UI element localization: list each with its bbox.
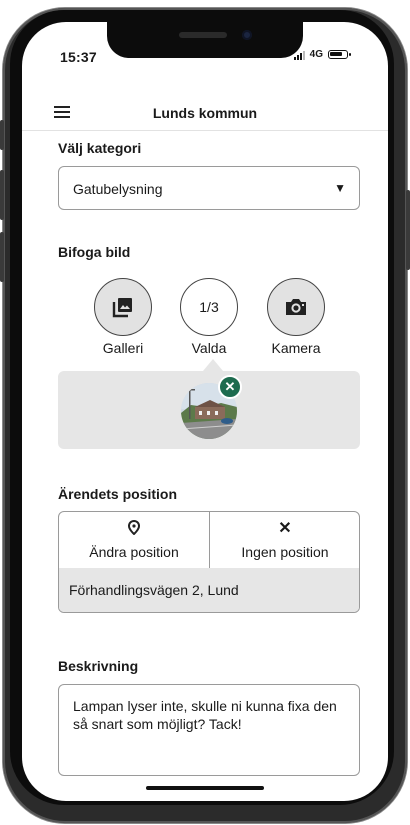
- description-textarea[interactable]: Lampan lyser inte, skulle ni kunna fixa …: [58, 684, 360, 776]
- position-address: Förhandlingsvägen 2, Lund: [59, 568, 359, 612]
- phone-side-button: [0, 120, 4, 150]
- gallery-button[interactable]: [94, 278, 152, 336]
- dropdown-caret-icon: ▼: [334, 181, 346, 195]
- position-panel: Ändra position ✕ Ingen position Förhandl…: [58, 511, 360, 613]
- app-screen: 15:37 4G Lunds kommun Välj kategori Gatu…: [22, 22, 388, 801]
- location-pin-icon: [59, 519, 209, 540]
- selected-count: 1/3: [199, 299, 219, 315]
- battery-icon: [328, 50, 351, 59]
- gallery-label: Galleri: [102, 340, 144, 356]
- address-text: Förhandlingsvägen 2, Lund: [69, 582, 239, 598]
- change-position-label: Ändra position: [89, 544, 179, 560]
- phone-notch: [107, 22, 303, 58]
- camera-icon: [268, 279, 324, 335]
- attach-heading: Bifoga bild: [58, 244, 131, 260]
- selected-photos-panel: ✕: [58, 371, 360, 449]
- home-indicator[interactable]: [146, 786, 264, 790]
- no-position-button[interactable]: ✕ Ingen position: [210, 512, 359, 568]
- status-indicators: 4G: [293, 49, 351, 60]
- phone-volume-down-button: [0, 232, 4, 282]
- description-heading: Beskrivning: [58, 658, 139, 674]
- app-title: Lunds kommun: [152, 105, 258, 121]
- category-heading: Välj kategori: [58, 140, 142, 156]
- phone-volume-up-button: [0, 170, 4, 220]
- selected-photos-button[interactable]: 1/3: [180, 278, 238, 336]
- close-icon: ✕: [278, 520, 292, 537]
- network-label: 4G: [309, 49, 323, 60]
- category-select[interactable]: Gatubelysning ▼: [58, 166, 360, 210]
- close-icon: ✕: [224, 379, 236, 394]
- gallery-icon: [95, 279, 151, 335]
- remove-photo-button[interactable]: ✕: [218, 375, 242, 399]
- front-camera: [242, 30, 252, 40]
- earpiece-speaker: [179, 32, 227, 38]
- app-bar: Lunds kommun: [22, 94, 388, 131]
- signal-icon: [293, 50, 305, 60]
- position-heading: Ärendets position: [58, 486, 178, 502]
- camera-label: Kamera: [271, 340, 321, 356]
- selection-pointer: [203, 359, 223, 371]
- camera-button[interactable]: [267, 278, 325, 336]
- change-position-button[interactable]: Ändra position: [59, 512, 209, 568]
- no-position-label: Ingen position: [241, 544, 329, 560]
- phone-power-button: [406, 190, 410, 270]
- selected-label: Valda: [191, 340, 227, 356]
- category-selected-value: Gatubelysning: [73, 181, 163, 197]
- status-time: 15:37: [60, 49, 97, 65]
